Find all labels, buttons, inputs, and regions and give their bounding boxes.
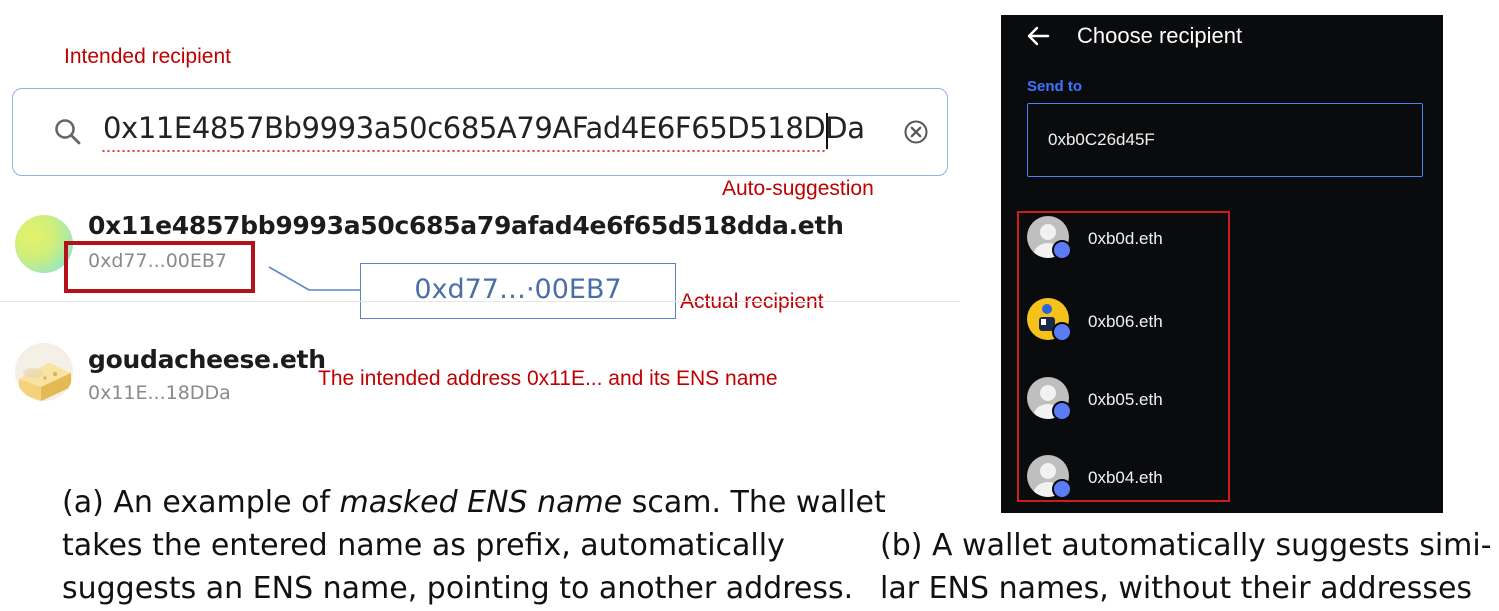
caption-a-line-1: (a) An example of masked ENS name scam. …	[62, 484, 886, 522]
ethereum-badge-icon	[1052, 322, 1072, 342]
ethereum-badge-icon	[1052, 240, 1072, 260]
suggestion-list-item-label: 0xb0d.eth	[1088, 229, 1163, 248]
result-divider	[0, 301, 960, 302]
page-title: Choose recipient	[1077, 23, 1243, 48]
caption-a-prefix: (a) An example of	[62, 485, 340, 520]
result-ens-name: goudacheese.eth	[88, 345, 326, 374]
caption-a-line-2: takes the entered name as prefix, automa…	[62, 528, 785, 563]
caption-b-line-1: (b) A wallet automatically suggests simi…	[880, 528, 1492, 563]
annotation-auto-suggestion: Auto-suggestion	[722, 177, 874, 200]
search-input-value[interactable]: 0x11E4857Bb9993a50c685A79AFad4E6F65D518D…	[103, 111, 865, 145]
caption-b-line-2: lar ENS names, without their addresses	[880, 571, 1473, 606]
result-address: 0x11E...18DDa	[88, 382, 231, 404]
suggestion-ens-name: 0x11e4857bb9993a50c685a79afad4e6f65d518d…	[88, 211, 844, 240]
suggestion-list-item-label: 0xb04.eth	[1088, 468, 1163, 487]
cheese-avatar-icon	[15, 343, 73, 401]
callout-actual-address: 0xd77…·00EB7	[360, 263, 676, 319]
send-to-input-value[interactable]: 0xb0C26d45F	[1048, 130, 1155, 150]
ethereum-badge-icon	[1052, 479, 1072, 499]
callout-leader-line	[268, 266, 361, 291]
search-icon	[55, 119, 81, 145]
caption-a-suffix: scam. The wallet	[622, 485, 886, 520]
back-arrow-icon[interactable]	[1026, 24, 1052, 48]
annotation-intended-recipient: Intended recipient	[64, 45, 231, 68]
caption-a-line-3: suggests an ENS name, pointing to anothe…	[62, 571, 854, 606]
highlight-frame-address	[64, 241, 255, 293]
send-to-label: Send to	[1027, 78, 1082, 95]
annotation-intended-address: The intended address 0x11E... and its EN…	[318, 367, 778, 390]
recipient-search-field[interactable]: 0x11E4857Bb9993a50c685A79AFad4E6F65D518D…	[12, 88, 948, 176]
clear-icon[interactable]	[903, 119, 929, 145]
annotation-actual-recipient: Actual recipient	[680, 290, 824, 313]
caption-a-italic-term: masked ENS name	[339, 485, 623, 520]
ethereum-badge-icon	[1052, 401, 1072, 421]
send-to-input[interactable]: 0xb0C26d45F	[1027, 103, 1423, 177]
suggestion-list-item-label: 0xb06.eth	[1088, 312, 1163, 331]
suggestion-list-item-label: 0xb05.eth	[1088, 390, 1163, 409]
text-caret	[826, 113, 828, 149]
spellcheck-underline	[101, 149, 827, 153]
